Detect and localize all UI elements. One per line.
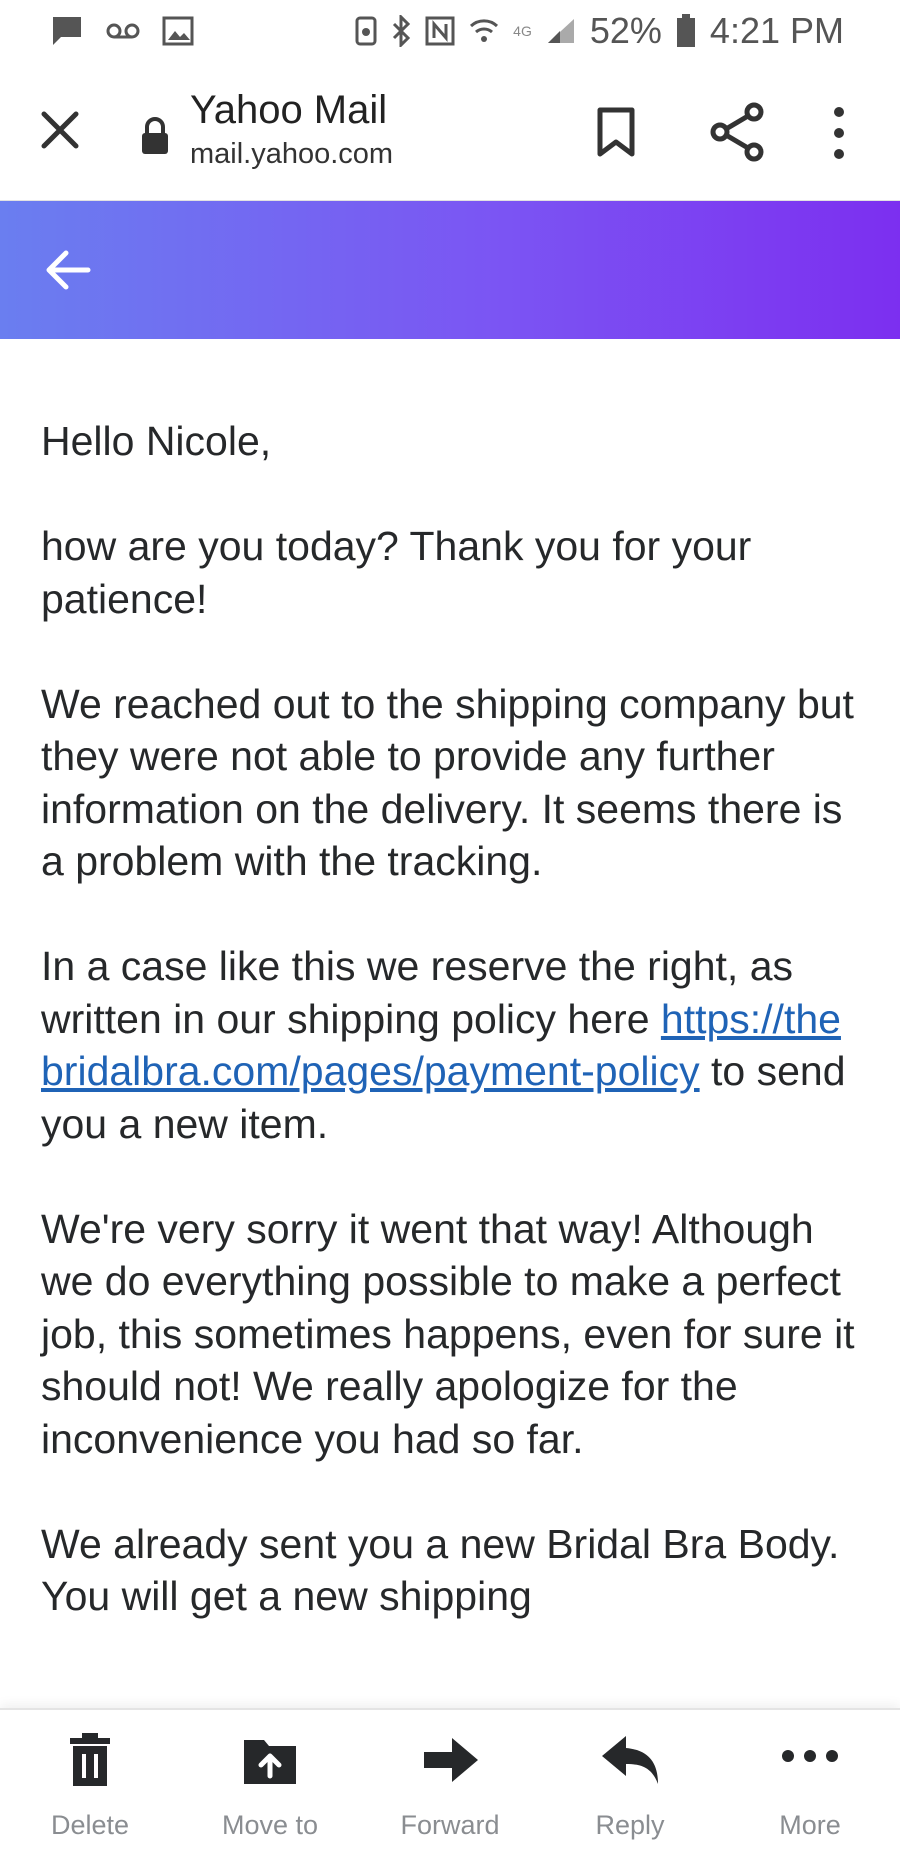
delete-label: Delete xyxy=(50,1810,130,1840)
message-body: Hello Nicole, how are you today? Thank y… xyxy=(41,415,861,1675)
signal-icon xyxy=(547,19,574,43)
battery-percent: 52% xyxy=(589,10,662,51)
bookmark-button[interactable] xyxy=(594,106,638,158)
bluetooth-icon xyxy=(393,15,411,47)
forward-arrow-icon xyxy=(424,1738,478,1782)
sync-icon xyxy=(355,16,377,46)
share-button[interactable] xyxy=(708,102,766,162)
move-folder-icon xyxy=(244,1740,296,1784)
trash-icon xyxy=(70,1733,110,1786)
message-paragraph: We already sent you a new Bridal Bra Bod… xyxy=(41,1520,840,1620)
more-label: More xyxy=(779,1810,841,1840)
more-horizontal-icon xyxy=(782,1750,838,1762)
message-actions-toolbar: Delete Move to Forward Reply More xyxy=(0,1708,900,1852)
lock-icon xyxy=(142,117,168,154)
forward-label: Forward xyxy=(400,1810,500,1840)
battery-icon xyxy=(676,14,695,47)
message-paragraph: how are you today? Thank you for your pa… xyxy=(41,523,752,622)
clock: 4:21 PM xyxy=(709,10,844,51)
address-bar[interactable]: Yahoo Mail mail.yahoo.com xyxy=(190,86,393,172)
browser-toolbar: Yahoo Mail mail.yahoo.com xyxy=(0,62,900,202)
back-button[interactable] xyxy=(44,247,92,293)
move-to-label: Move to xyxy=(221,1810,319,1840)
message-paragraph: We're very sorry it went that way! Altho… xyxy=(41,1205,855,1462)
network-type: 4G xyxy=(513,23,532,39)
reply-arrow-icon xyxy=(602,1736,658,1784)
status-bar: 4G 52% 4:21 PM xyxy=(0,0,900,62)
notification-icons xyxy=(50,14,194,48)
more-button[interactable]: More xyxy=(720,1710,900,1852)
nfc-icon xyxy=(425,16,455,46)
site-title: Yahoo Mail xyxy=(190,88,388,132)
wifi-icon xyxy=(470,19,499,42)
forward-button[interactable]: Forward xyxy=(360,1710,540,1852)
voicemail-icon xyxy=(106,23,140,39)
site-url: mail.yahoo.com xyxy=(190,138,394,170)
delete-button[interactable]: Delete xyxy=(0,1710,180,1852)
reply-button[interactable]: Reply xyxy=(540,1710,720,1852)
system-icons: 4G 52% 4:21 PM xyxy=(355,10,844,52)
message-greeting: Hello Nicole, xyxy=(41,418,272,464)
reply-label: Reply xyxy=(595,1810,665,1840)
more-options-button[interactable] xyxy=(826,104,852,162)
message-header xyxy=(0,201,900,339)
move-to-button[interactable]: Move to xyxy=(180,1710,360,1852)
message-paragraph: We reached out to the shipping company b… xyxy=(41,680,854,885)
image-icon xyxy=(162,16,194,46)
close-tab-button[interactable] xyxy=(36,106,84,154)
message-paragraph: In a case like this we reserve the right… xyxy=(41,940,861,1150)
message-icon xyxy=(53,17,81,45)
